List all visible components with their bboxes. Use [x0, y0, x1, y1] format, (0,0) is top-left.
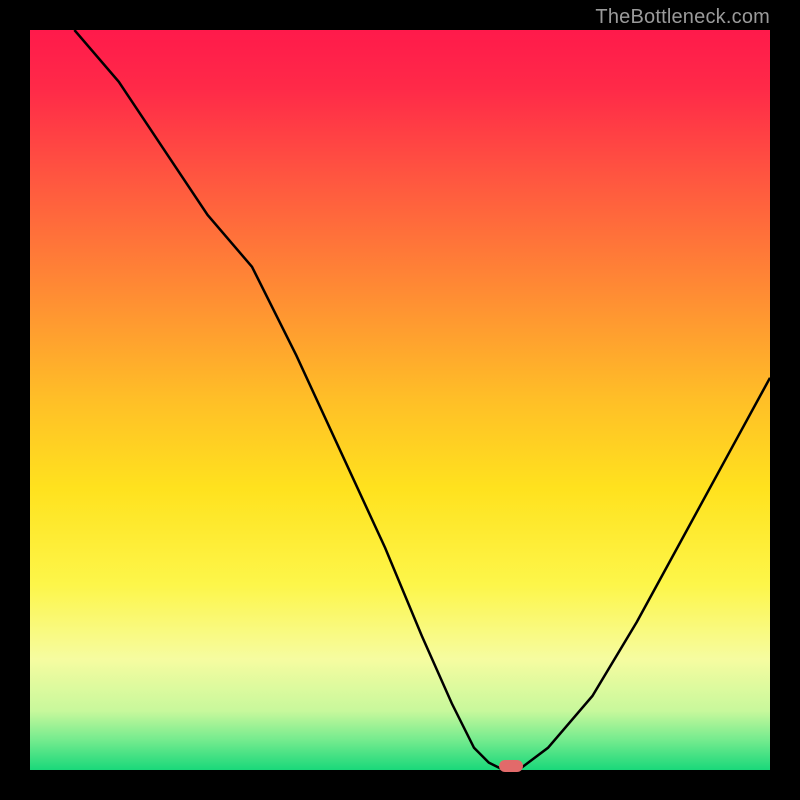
plot-area — [30, 30, 770, 770]
chart-frame: TheBottleneck.com — [0, 0, 800, 800]
optimal-marker — [499, 760, 523, 772]
watermark-text: TheBottleneck.com — [595, 6, 770, 29]
background-gradient — [30, 30, 770, 770]
